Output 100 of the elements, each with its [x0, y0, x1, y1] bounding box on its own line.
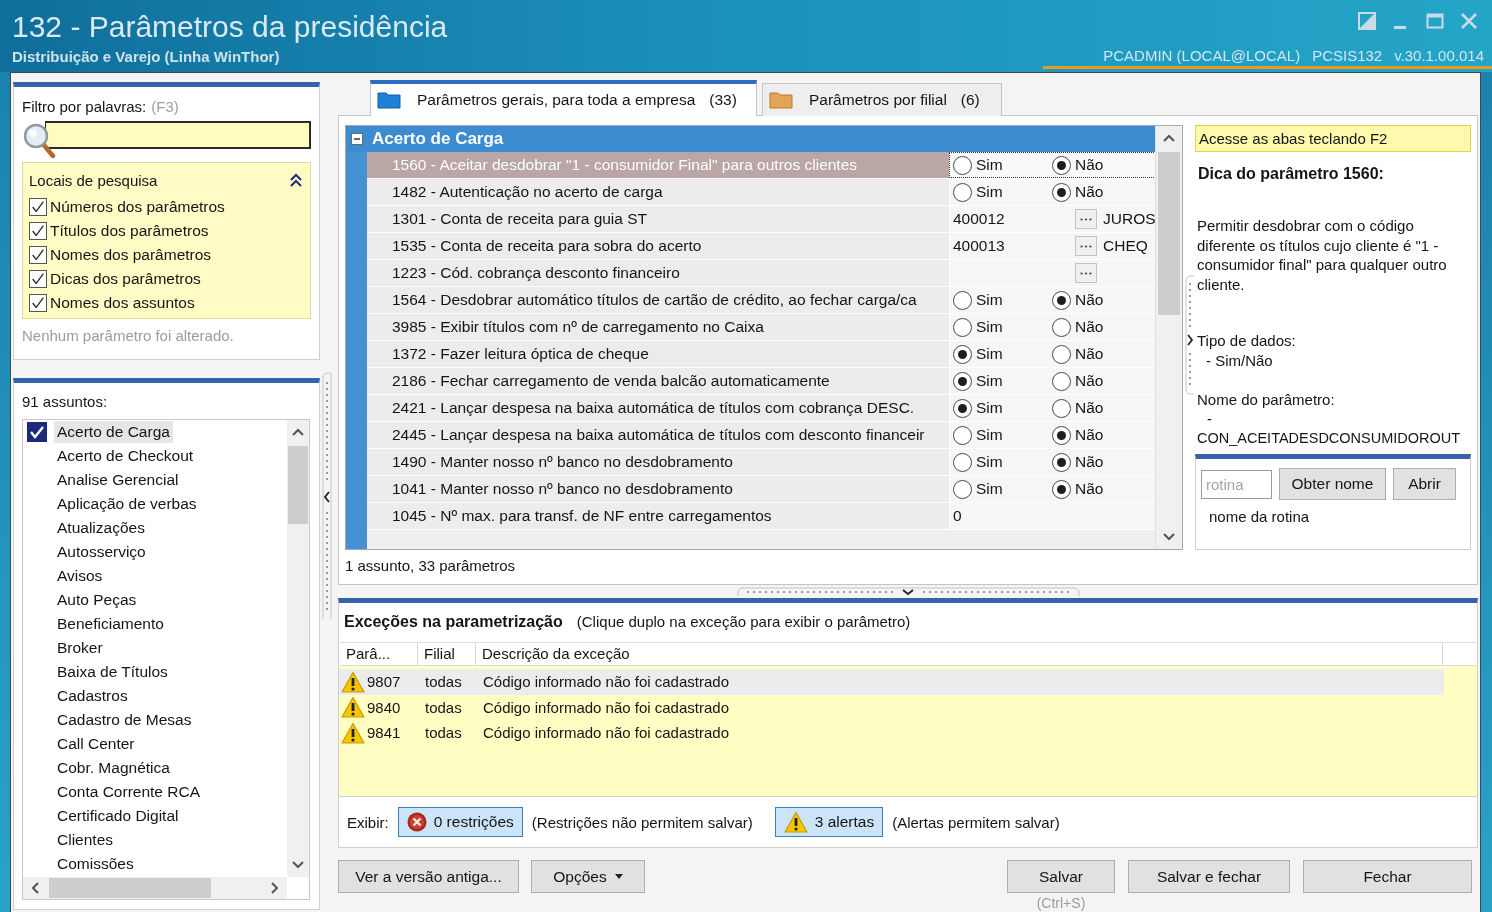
- parameter-value: 400013: [953, 237, 1005, 254]
- radio-button[interactable]: [1052, 317, 1071, 337]
- checkbox[interactable]: [29, 198, 47, 216]
- subject-item[interactable]: Cadastros: [54, 685, 131, 707]
- radio-button[interactable]: [953, 344, 972, 364]
- column-header[interactable]: Parâ...: [340, 643, 418, 665]
- parameters-summary: 1 assunto, 33 parâmetros: [345, 556, 517, 576]
- radio-label: Sim: [976, 156, 1003, 174]
- warning-icon: [783, 811, 808, 833]
- checkbox[interactable]: [29, 246, 47, 264]
- subject-item[interactable]: Conta Corrente RCA: [54, 781, 203, 803]
- radio-label: Não: [1075, 318, 1104, 336]
- window-subtitle: Distribuição e Varejo (Linha WinThor): [12, 48, 281, 66]
- radio-button[interactable]: [953, 479, 972, 499]
- radio-label: Não: [1075, 453, 1104, 471]
- scrollbar[interactable]: [1155, 126, 1182, 549]
- tab[interactable]: Parâmetros por filial (6): [762, 83, 1002, 116]
- double-chevron-up-icon[interactable]: [290, 173, 302, 187]
- radio-button[interactable]: [1052, 425, 1071, 445]
- radio-button[interactable]: [1052, 155, 1071, 175]
- radio-button[interactable]: [953, 290, 972, 310]
- radio-button[interactable]: [953, 398, 972, 418]
- splitter-handle[interactable]: [322, 372, 332, 620]
- subject-item[interactable]: Clientes: [54, 829, 116, 851]
- group-header[interactable]: Acerto de Carga: [346, 126, 1155, 152]
- checkbox[interactable]: [27, 422, 47, 442]
- column-header[interactable]: Descrição da exceção: [476, 643, 1443, 665]
- subject-item[interactable]: Auto Peças: [54, 589, 140, 611]
- filter-toggle[interactable]: 0 restrições: [397, 807, 523, 837]
- radio-button[interactable]: [953, 425, 972, 445]
- radio-button[interactable]: [1052, 452, 1071, 472]
- checkbox[interactable]: [29, 222, 47, 240]
- action-button[interactable]: Salvar e fechar: [1128, 860, 1290, 893]
- table-cell-text: Código informado não foi cadastrado: [482, 673, 729, 691]
- action-button[interactable]: Opções: [531, 860, 645, 893]
- radio-button[interactable]: [953, 317, 972, 337]
- radio-button[interactable]: [953, 155, 972, 175]
- subject-item[interactable]: Comissões: [54, 853, 137, 875]
- splitter-handle[interactable]: [1185, 275, 1195, 395]
- filter-toggle[interactable]: 3 alertas: [774, 807, 884, 837]
- filter-label: Exibir:: [347, 813, 389, 831]
- radio-button[interactable]: [953, 452, 972, 472]
- subject-item[interactable]: Cadastro de Mesas: [54, 709, 195, 731]
- exceptions-title: Exceções na parametrização: [344, 612, 563, 632]
- routine-button[interactable]: Abrir: [1393, 468, 1456, 500]
- scrollbar-thumb[interactable]: [288, 446, 308, 524]
- hint-title: Dica do parâmetro 1560:: [1198, 164, 1385, 184]
- subject-item[interactable]: Autosserviço: [54, 541, 149, 563]
- subject-item[interactable]: Call Center: [54, 733, 138, 755]
- subject-item[interactable]: Acerto de Carga: [54, 421, 173, 443]
- subject-item[interactable]: Cobr. Magnética: [54, 757, 173, 779]
- splitter-handle[interactable]: [736, 587, 1080, 597]
- table-cell-text: todas: [424, 698, 463, 716]
- caret-icon: [614, 874, 623, 879]
- action-button[interactable]: Ver a versão antiga...: [338, 860, 519, 893]
- search-field[interactable]: [45, 121, 311, 149]
- scrollbar-thumb[interactable]: [1158, 152, 1180, 315]
- tab[interactable]: Parâmetros gerais, para toda a empresa (33): [370, 80, 757, 116]
- user-label: PCADMIN (LOCAL@LOCAL): [1103, 47, 1301, 65]
- radio-label: Não: [1075, 345, 1104, 363]
- checkbox[interactable]: [29, 270, 47, 288]
- subject-item[interactable]: Avisos: [54, 565, 106, 587]
- radio-button[interactable]: [1052, 182, 1071, 202]
- subject-item[interactable]: Aplicação de verbas: [54, 493, 200, 515]
- action-button[interactable]: Salvar: [1007, 860, 1115, 893]
- change-status: Nenhum parâmetro foi alterado.: [22, 327, 235, 345]
- checkbox[interactable]: [29, 294, 47, 312]
- radio-button[interactable]: [1052, 371, 1071, 391]
- subject-item[interactable]: Baixa de Títulos: [54, 661, 171, 683]
- scrollbar[interactable]: [287, 420, 309, 877]
- radio-button[interactable]: [953, 182, 972, 202]
- subject-item[interactable]: Analise Gerencial: [54, 469, 182, 491]
- data-type-value: - Sim/Não: [1205, 350, 1274, 370]
- action-button[interactable]: Fechar: [1303, 860, 1472, 893]
- radio-button[interactable]: [1052, 344, 1071, 364]
- checkbox-label: Números dos parâmetros: [50, 198, 225, 216]
- radio-button[interactable]: [1052, 398, 1071, 418]
- radio-button[interactable]: [1052, 479, 1071, 499]
- routine-button[interactable]: Obter nome: [1279, 468, 1386, 500]
- exception-row[interactable]: 9840 todas Código informado não foi cadastrado: [339, 694, 1444, 720]
- scrollbar[interactable]: [23, 877, 309, 899]
- subject-item[interactable]: Acerto de Checkout: [54, 445, 197, 467]
- warning-icon: [341, 696, 365, 719]
- radio-button[interactable]: [953, 371, 972, 391]
- folder-icon: [769, 91, 793, 109]
- exception-row[interactable]: 9807 todas Código informado não foi cadastrado: [339, 669, 1444, 695]
- minus-box-icon[interactable]: [351, 133, 363, 145]
- subject-item[interactable]: Certificado Digital: [54, 805, 182, 827]
- shortcut-hint: (F3): [151, 97, 179, 117]
- routine-name: nome da rotina: [1209, 508, 1311, 526]
- radio-button[interactable]: [1052, 290, 1071, 310]
- data-type-label: Tipo de dados:: [1197, 331, 1297, 351]
- column-header[interactable]: Filial: [418, 643, 476, 665]
- subject-item[interactable]: Broker: [54, 637, 106, 659]
- routine-input[interactable]: rotina: [1201, 469, 1272, 499]
- exception-row[interactable]: 9841 todas Código informado não foi cadastrado: [339, 720, 1444, 746]
- shortcut-hint: (Ctrl+S): [1036, 895, 1086, 911]
- subject-item[interactable]: Atualizações: [54, 517, 148, 539]
- subject-item[interactable]: Beneficiamento: [54, 613, 167, 635]
- scrollbar-thumb[interactable]: [49, 878, 211, 898]
